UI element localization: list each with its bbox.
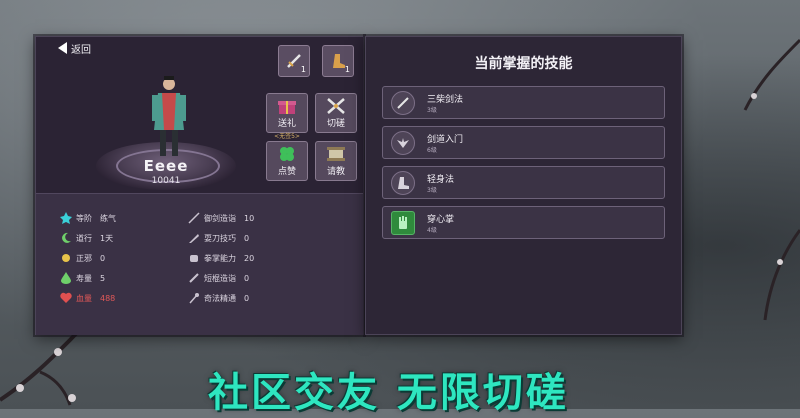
stat-label: 血量 xyxy=(76,293,92,303)
plum-branch-right xyxy=(743,38,800,321)
character-showcase: 返回 Eeee 10041 1 1 送礼 <无签5> 切磋 点赞 请教 xyxy=(36,37,363,193)
stat-label: 御剑造诣 xyxy=(204,213,236,223)
stat-value: 0 xyxy=(244,273,250,283)
equip-slot-boots[interactable]: 1 xyxy=(322,45,354,77)
like-button[interactable]: 点赞 xyxy=(266,141,308,181)
skills-panel: 当前掌握的技能 三柴剑法 3级 剑道入门 6级 轻身法 3级 穿心掌 4级 xyxy=(365,36,682,335)
skill-level: 3级 xyxy=(427,107,437,114)
stat-label: 拳掌能力 xyxy=(204,253,236,263)
skill-card[interactable]: 轻身法 3级 xyxy=(382,166,665,199)
skill-name: 穿心掌 xyxy=(427,215,455,225)
skill-name: 剑道入门 xyxy=(427,135,464,145)
promo-slogan: 社区交友 无限切磋 xyxy=(208,370,569,416)
fist-icon xyxy=(190,255,198,262)
gift-label: 送礼 xyxy=(277,119,296,129)
gift-sub-label: <无签5> xyxy=(274,133,300,140)
skill-icon-frame xyxy=(391,171,415,195)
back-button[interactable]: 返回 xyxy=(58,39,91,57)
sun-icon xyxy=(62,254,70,262)
skill-name: 三柴剑法 xyxy=(427,95,464,105)
back-label: 返回 xyxy=(71,44,91,56)
equip-slot-weapon[interactable]: 1 xyxy=(278,45,310,77)
stat-value: 488 xyxy=(100,293,116,303)
stat-label: 短棍造诣 xyxy=(204,273,236,283)
scroll-icon xyxy=(327,147,345,161)
stat-value: 5 xyxy=(100,273,106,283)
skill-level: 4级 xyxy=(427,227,437,234)
stat-value: 0 xyxy=(100,253,106,263)
gift-button[interactable]: 送礼 <无签5> xyxy=(266,93,308,140)
stat-alignment: 正邪 0 xyxy=(60,252,105,264)
stat-value: 0 xyxy=(244,233,250,243)
clover-icon xyxy=(280,147,294,161)
skill-icon-frame xyxy=(391,131,415,155)
character-id: 10041 xyxy=(151,176,181,186)
stat-label: 等阶 xyxy=(76,213,92,223)
skills-title: 当前掌握的技能 xyxy=(474,56,573,72)
palm-icon xyxy=(399,216,407,229)
skill-icon-frame xyxy=(391,91,415,115)
stat-value: 0 xyxy=(244,293,250,303)
rank-icon xyxy=(60,212,72,224)
spar-button[interactable]: 切磋 xyxy=(315,93,357,133)
skill-level: 6级 xyxy=(427,147,437,154)
skill-card[interactable]: 三柴剑法 3级 xyxy=(382,86,665,119)
stat-label: 正邪 xyxy=(76,253,92,263)
back-arrow-icon xyxy=(58,42,67,54)
stat-sword-skill: 御剑造诣 10 xyxy=(188,212,254,224)
stat-magic-skill: 奇法精通 0 xyxy=(188,292,249,304)
character-panel: 返回 Eeee 10041 1 1 送礼 <无签5> 切磋 点赞 请教 等阶 练… xyxy=(35,36,364,335)
slot-count: 1 xyxy=(300,65,306,74)
drop-icon xyxy=(61,272,71,284)
skill-card[interactable]: 穿心掌 4级 xyxy=(382,206,665,239)
spar-label: 切磋 xyxy=(326,119,345,129)
stat-value: 练气 xyxy=(100,213,116,223)
sword-icon xyxy=(189,234,199,243)
dagger-icon xyxy=(189,273,199,283)
heart-icon xyxy=(60,292,72,303)
stat-fist-skill: 拳掌能力 20 xyxy=(188,252,254,264)
staff-icon xyxy=(189,293,199,304)
skill-card[interactable]: 剑道入门 6级 xyxy=(382,126,665,159)
stat-value: 1天 xyxy=(100,233,114,243)
stat-blade-skill: 耍刀技巧 0 xyxy=(188,232,249,244)
boot-icon xyxy=(398,177,409,189)
stat-value: 10 xyxy=(244,213,255,223)
moon-icon xyxy=(62,232,71,243)
crossed-swords-icon xyxy=(327,98,345,114)
skill-icon-frame xyxy=(391,211,415,235)
skill-level: 3级 xyxy=(427,187,437,194)
stat-rank: 等阶 练气 xyxy=(60,212,116,224)
slot-count: 1 xyxy=(344,65,350,74)
sword-icon xyxy=(188,212,200,224)
stat-label: 奇法精通 xyxy=(204,293,236,303)
sword-icon xyxy=(397,97,409,109)
stat-value: 20 xyxy=(244,253,255,263)
character-avatar[interactable] xyxy=(144,75,194,161)
stat-dagger-skill: 短棍造诣 0 xyxy=(188,272,249,284)
consult-button[interactable]: 请教 xyxy=(315,141,357,181)
gift-icon xyxy=(278,101,296,114)
wings-icon xyxy=(397,138,409,148)
consult-label: 请教 xyxy=(326,167,345,177)
like-label: 点赞 xyxy=(277,167,296,177)
stat-label: 道行 xyxy=(76,233,92,243)
stat-dao: 道行 1天 xyxy=(60,232,113,244)
skill-name: 轻身法 xyxy=(427,175,455,185)
stat-label: 寿量 xyxy=(76,273,92,283)
stat-lifespan: 寿量 5 xyxy=(60,272,105,284)
character-name: Eeee xyxy=(143,157,189,175)
stat-label: 耍刀技巧 xyxy=(204,233,236,243)
stat-hp: 血量 488 xyxy=(60,292,115,304)
attributes-box: 等阶 练气 道行 1天 正邪 0 寿量 5 血量 488 御剑造诣 10 耍刀技… xyxy=(36,193,363,335)
